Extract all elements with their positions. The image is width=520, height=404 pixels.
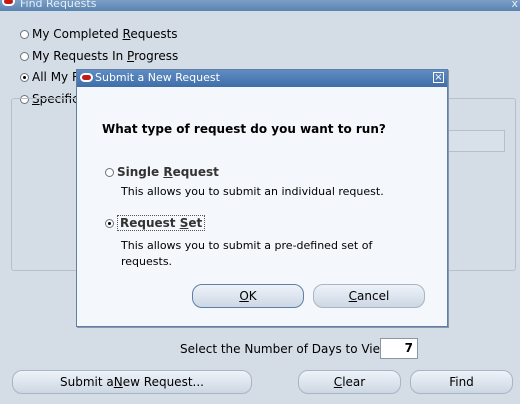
close-icon[interactable]: × [433, 72, 444, 83]
radio-label: My Requests In Progress [32, 49, 179, 63]
submit-new-request-dialog: Submit a New Request × What type of requ… [76, 69, 448, 327]
dialog-titlebar: Submit a New Request × [77, 70, 447, 87]
close-icon[interactable]: x [511, 0, 518, 10]
option-description: This allows you to submit a pre-defined … [121, 239, 373, 252]
dialog-body: What type of request do you want to run?… [77, 87, 447, 326]
dialog-question: What type of request do you want to run? [102, 122, 386, 136]
submit-new-request-button[interactable]: Submit a New Request... [12, 370, 252, 394]
radio-icon[interactable] [105, 167, 114, 177]
oracle-logo-icon [80, 73, 93, 82]
radio-label: My Completed Requests [32, 27, 178, 41]
window-title: Find Requests [20, 0, 97, 10]
option-description-cont: requests. [121, 255, 173, 268]
radio-icon[interactable] [20, 51, 29, 61]
radio-my-requests-in-progress[interactable]: My Requests In Progress [20, 49, 178, 63]
radio-request-set[interactable]: Request Set [105, 215, 206, 231]
cancel-button[interactable]: Cancel [313, 284, 425, 308]
radio-icon[interactable] [20, 72, 29, 82]
radio-my-completed-requests[interactable]: My Completed Requests [20, 27, 178, 41]
specific-requests-field[interactable] [448, 130, 505, 152]
dialog-title: Submit a New Request [95, 71, 220, 84]
days-to-view-label: Select the Number of Days to View: [180, 342, 394, 356]
find-button[interactable]: Find [410, 370, 513, 394]
oracle-logo-icon [2, 0, 15, 6]
clear-button[interactable]: Clear [298, 370, 401, 394]
find-requests-titlebar: Find Requests x [0, 0, 520, 11]
option-label: Single Request [117, 165, 219, 179]
option-description: This allows you to submit an individual … [121, 185, 384, 198]
radio-icon[interactable] [105, 218, 114, 228]
days-to-view-input[interactable]: 7 [380, 338, 418, 359]
ok-button[interactable]: OK [192, 284, 304, 308]
radio-icon[interactable] [20, 29, 29, 39]
radio-label: All My R [32, 70, 81, 84]
radio-all-my-requests[interactable]: All My R [20, 70, 80, 84]
radio-single-request[interactable]: Single Request [105, 165, 219, 179]
option-label: Request Set [117, 215, 206, 231]
